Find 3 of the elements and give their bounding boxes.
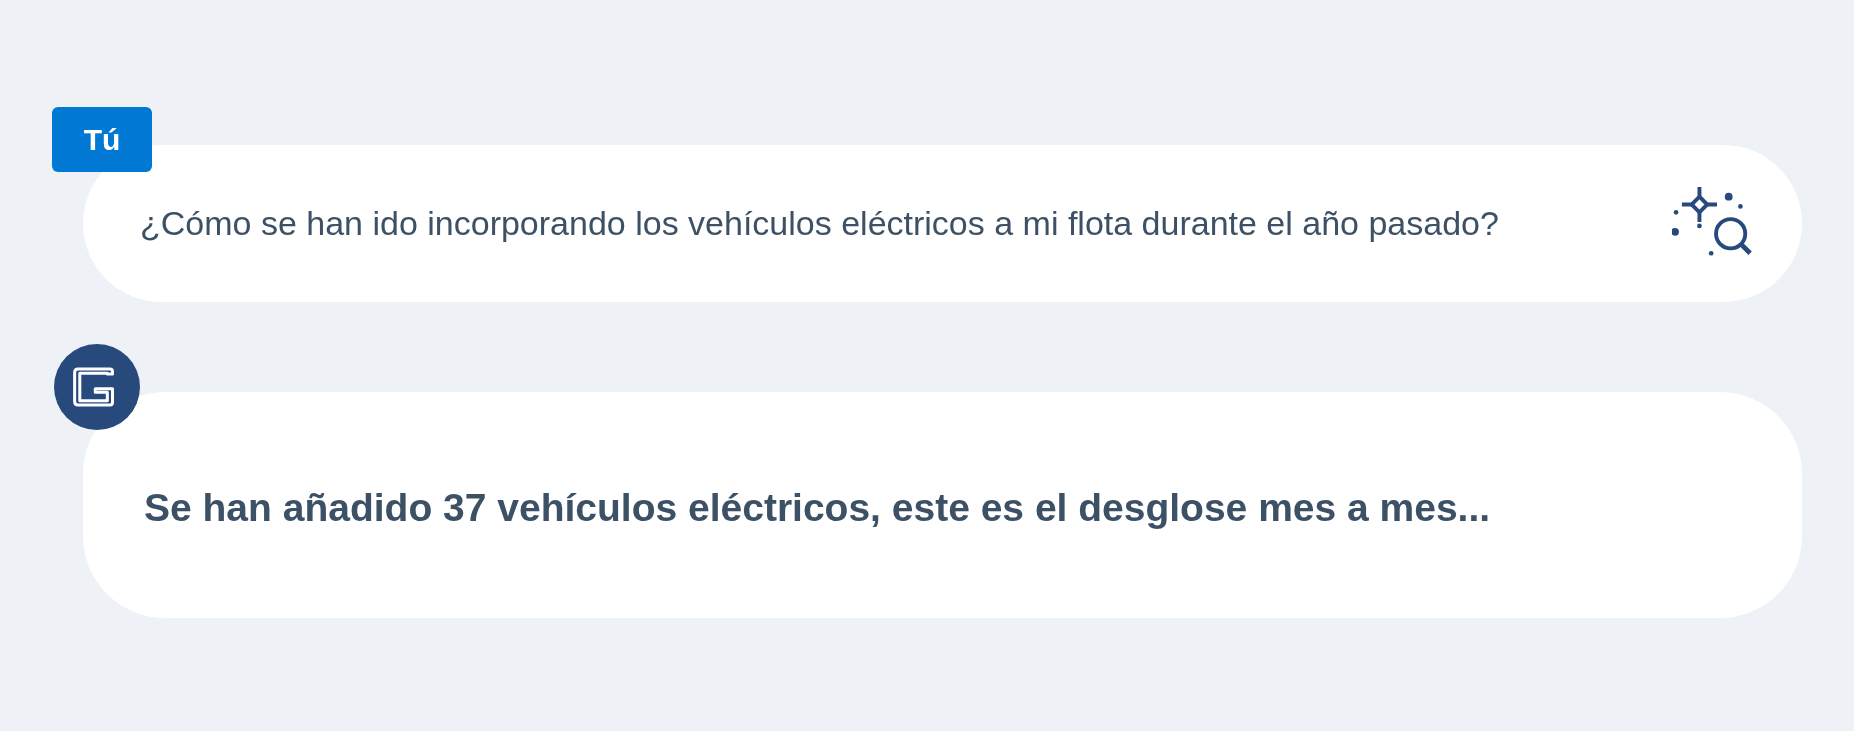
message-text: Se han añadido 37 vehículos eléctricos, este es el desglose mes a mes... [144, 485, 1491, 530]
author-badge: Tú [52, 107, 152, 172]
message-text: ¿Cómo se han ido incorporando los vehículos eléctricos a mi flota durante el año pasado? [140, 203, 1500, 244]
